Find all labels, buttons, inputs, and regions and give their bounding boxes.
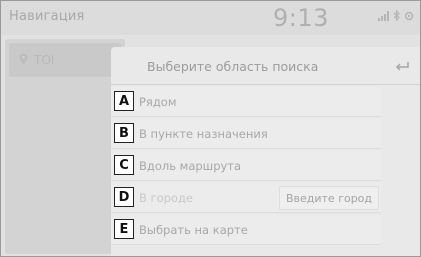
poi-label: TOI bbox=[34, 53, 55, 67]
callout-d: D bbox=[114, 187, 134, 207]
poi-button[interactable]: TOI bbox=[9, 43, 121, 77]
callout-a: A bbox=[114, 91, 134, 111]
map-pin-icon bbox=[19, 53, 28, 68]
option-nearby[interactable]: Рядом bbox=[111, 87, 381, 117]
side-panel: TOI bbox=[5, 39, 125, 254]
option-in-city: В городе Введите город bbox=[111, 183, 381, 213]
signal-icon bbox=[378, 10, 390, 24]
callout-c: C bbox=[114, 155, 134, 175]
panel-title: Выберите область поиска bbox=[147, 59, 319, 74]
option-label: Выбрать на карте bbox=[139, 222, 248, 237]
option-label: В городе bbox=[139, 190, 193, 205]
option-select-on-map[interactable]: Выбрать на карте bbox=[111, 215, 381, 245]
option-along-route[interactable]: Вдоль маршрута bbox=[111, 151, 381, 181]
status-icons bbox=[378, 9, 414, 24]
navigation-screen: Навигация 9:13 TOI Выберите область поис… bbox=[0, 0, 421, 257]
status-bar: Навигация 9:13 bbox=[1, 1, 420, 35]
app-title: Навигация bbox=[9, 9, 85, 24]
option-label: Вдоль маршрута bbox=[139, 158, 242, 173]
back-arrow-icon bbox=[394, 59, 410, 75]
search-area-panel: Выберите область поиска Рядом В пункте н… bbox=[111, 47, 420, 256]
bluetooth-icon bbox=[393, 9, 401, 24]
enter-city-button[interactable]: Введите город bbox=[279, 186, 379, 210]
callout-b: B bbox=[114, 123, 134, 143]
clock: 9:13 bbox=[273, 4, 329, 32]
option-label: Рядом bbox=[139, 94, 177, 109]
panel-header: Выберите область поиска bbox=[111, 47, 420, 85]
settings-icon bbox=[404, 11, 414, 24]
callout-e: E bbox=[114, 219, 134, 239]
option-label: В пункте назначения bbox=[139, 126, 268, 141]
back-button[interactable] bbox=[388, 56, 416, 78]
option-at-destination[interactable]: В пункте назначения bbox=[111, 119, 381, 149]
